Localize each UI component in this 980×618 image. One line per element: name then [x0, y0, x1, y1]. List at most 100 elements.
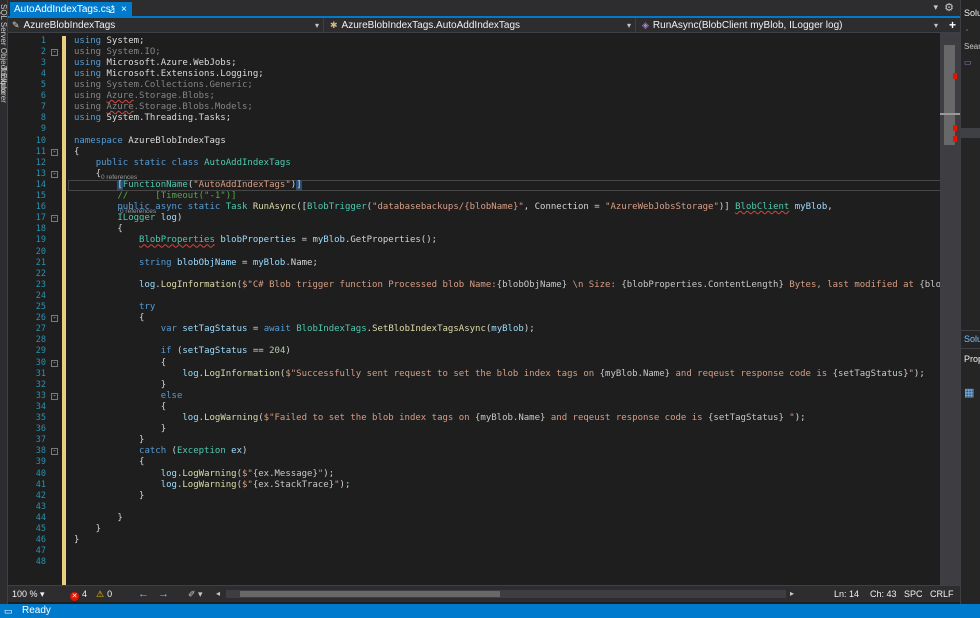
collapse-icon[interactable]: - — [51, 359, 58, 367]
code-line[interactable]: 46} — [8, 535, 940, 546]
collapse-icon[interactable]: - — [51, 448, 58, 456]
code-line[interactable]: 11- { — [8, 147, 940, 158]
code-line[interactable]: 17- ILogger log) — [8, 213, 940, 224]
properties-page-icon[interactable]: ▦ — [964, 386, 974, 399]
member-dropdown-label: RunAsync(BlobClient myBlob, ILogger log) — [652, 20, 843, 31]
code-line[interactable]: 38- catch (Exception ex) — [8, 446, 940, 457]
code-line[interactable]: 14 [FunctionName("AutoAddIndexTags")] — [8, 179, 940, 191]
solution-explorer-panel: Solution Explorer ◔ Search Solution Expl… — [960, 0, 980, 604]
code-line[interactable]: 28 — [8, 335, 940, 346]
code-line[interactable]: 10 namespace AzureBlobIndexTags — [8, 136, 940, 147]
code-line[interactable]: 27 var setTagStatus = await BlobIndexTag… — [8, 324, 940, 335]
code-text: ILogger log) — [117, 213, 183, 224]
code-line[interactable]: 8 using System.Threading.Tasks; — [8, 113, 940, 124]
code-text: catch (Exception ex) — [139, 446, 248, 457]
tab-list-dropdown-icon[interactable]: ▾ — [933, 2, 938, 13]
scroll-left-icon[interactable]: ◂ — [216, 586, 220, 602]
brush-icon[interactable]: ✐ ▾ — [188, 586, 203, 602]
horizontal-scroll-thumb[interactable] — [240, 591, 500, 597]
warning-count[interactable]: ⚠ 0 — [96, 586, 112, 602]
code-line[interactable]: 37 } — [8, 435, 940, 446]
code-line[interactable]: 48 — [8, 557, 940, 568]
code-lens-references[interactable]: 0 references — [101, 174, 137, 181]
collapse-icon[interactable]: - — [51, 392, 58, 400]
code-line[interactable]: 30- { — [8, 358, 940, 369]
code-line[interactable]: 19 BlobProperties blobProperties = myBlo… — [8, 235, 940, 246]
collapse-icon[interactable]: - — [51, 48, 58, 56]
code-line[interactable]: 9 — [8, 124, 940, 135]
close-icon[interactable]: × — [121, 2, 127, 18]
code-text: using System.IO; — [74, 46, 161, 57]
collapse-icon[interactable]: - — [51, 170, 58, 178]
navigate-forward-icon[interactable]: → — [158, 586, 169, 602]
whitespace-indicator[interactable]: SPC — [904, 586, 923, 602]
line-number: 40 — [35, 468, 46, 479]
code-text: { — [74, 357, 167, 368]
code-line[interactable]: 32 } — [8, 380, 940, 391]
line-number: 47 — [35, 546, 46, 557]
tab-autoaddindextags[interactable]: AutoAddIndexTags.cs* ⊿ × — [10, 2, 132, 18]
solution-icon[interactable]: ▭ — [964, 58, 972, 67]
solution-search-box[interactable]: Search Solution Explorer — [964, 42, 980, 51]
horizontal-scrollbar[interactable] — [226, 590, 786, 598]
toolbox-tab[interactable]: Toolbox — [0, 66, 8, 94]
code-line[interactable]: 21 string blobObjName = myBlob.Name; — [8, 258, 940, 269]
code-line[interactable]: 12 public static class AutoAddIndexTags — [8, 158, 940, 169]
code-line[interactable]: 18 { — [8, 224, 940, 235]
code-line[interactable]: 29 if (setTagStatus == 204) — [8, 346, 940, 357]
navigate-back-icon[interactable]: ← — [138, 586, 149, 602]
code-line[interactable]: 3 using Microsoft.Azure.WebJobs; — [8, 58, 940, 69]
code-line[interactable]: 7 using Azure.Storage.Blobs.Models; — [8, 102, 940, 113]
code-lens-references[interactable]: 0 references — [120, 208, 156, 215]
code-line[interactable]: 35 log.LogWarning($"Failed to set the bl… — [8, 413, 940, 424]
code-line[interactable]: 47 — [8, 546, 940, 557]
type-dropdown[interactable]: ✱ AzureBlobIndexTags.AutoAddIndexTags ▾ — [326, 18, 636, 33]
code-line[interactable]: 44 } — [8, 513, 940, 524]
gear-icon[interactable]: ⚙ — [944, 1, 954, 14]
member-dropdown[interactable]: ◈ RunAsync(BlobClient myBlob, ILogger log… — [638, 18, 942, 33]
vertical-scrollbar[interactable] — [940, 33, 960, 585]
refresh-icon[interactable]: ◔ — [964, 26, 969, 35]
code-line[interactable]: 34 { — [8, 402, 940, 413]
line-number: 3 — [40, 57, 46, 68]
selected-item[interactable] — [961, 128, 980, 138]
code-line[interactable]: 20 — [8, 247, 940, 258]
code-line[interactable]: 36 } — [8, 424, 940, 435]
code-line[interactable]: 13- { — [8, 169, 940, 180]
pin-icon[interactable]: ⊿ — [108, 2, 116, 18]
code-editor[interactable]: 1 using System; 2- using System.IO; 3 using M… — [8, 33, 940, 585]
collapse-icon[interactable]: - — [51, 315, 58, 323]
code-line[interactable]: 31 log.LogInformation($"Successfully sen… — [8, 369, 940, 380]
code-line[interactable]: 42 } — [8, 491, 940, 502]
code-line[interactable]: 25 try — [8, 302, 940, 313]
code-line[interactable]: 4 using Microsoft.Extensions.Logging; — [8, 69, 940, 80]
code-line[interactable]: 5 using System.Collections.Generic; — [8, 80, 940, 91]
line-ending-indicator[interactable]: CRLF — [930, 586, 954, 602]
collapse-icon[interactable]: - — [51, 148, 58, 156]
document-tab-bar: AutoAddIndexTags.cs* ⊿ × ▾ ⚙ — [8, 0, 960, 18]
code-line[interactable]: 33- else — [8, 391, 940, 402]
code-line[interactable]: 15 // [Timeout("-1")] — [8, 191, 940, 202]
code-line[interactable]: 45 } — [8, 524, 940, 535]
project-dropdown[interactable]: ✎ AzureBlobIndexTags ▾ — [8, 18, 324, 33]
collapse-icon[interactable]: - — [51, 215, 58, 223]
line-number: 2 — [40, 46, 46, 57]
scroll-right-icon[interactable]: ▸ — [790, 586, 794, 602]
code-line[interactable]: 22 — [8, 269, 940, 280]
code-line[interactable]: 40 log.LogWarning($"{ex.Message}"); — [8, 469, 940, 480]
code-line[interactable]: 23 log.LogInformation($"C# Blob trigger … — [8, 280, 940, 291]
chevron-down-icon: ▾ — [933, 21, 938, 30]
code-line[interactable]: 26- { — [8, 313, 940, 324]
solution-explorer-tab[interactable]: Solution Explorer — [964, 334, 980, 344]
error-count[interactable]: ✕ 4 — [70, 586, 87, 602]
zoom-level[interactable]: 100 % ▾ — [12, 586, 45, 602]
code-line[interactable]: 1 using System; — [8, 36, 940, 47]
code-line[interactable]: 39 { — [8, 457, 940, 468]
code-line[interactable]: 6 using Azure.Storage.Blobs; — [8, 91, 940, 102]
code-line[interactable]: 41 log.LogWarning($"{ex.StackTrace}"); — [8, 480, 940, 491]
split-editor-button[interactable]: + — [949, 18, 956, 33]
code-line[interactable]: 24 — [8, 291, 940, 302]
code-line[interactable]: 2- using System.IO; — [8, 47, 940, 58]
code-line[interactable]: 43 — [8, 502, 940, 513]
code-text: using System; — [74, 35, 145, 46]
